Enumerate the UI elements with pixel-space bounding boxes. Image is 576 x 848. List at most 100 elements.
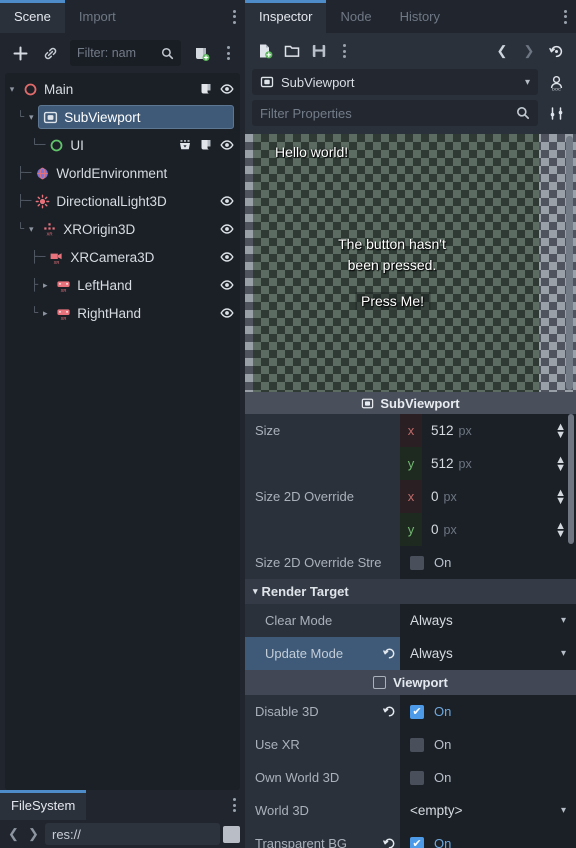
chevron-left-icon[interactable]: ❮ bbox=[489, 38, 515, 64]
link-icon[interactable] bbox=[36, 39, 64, 67]
scene-tree-item-subviewport[interactable]: └ ▾ SubViewport bbox=[5, 103, 240, 131]
chevron-left-icon[interactable]: ❮ bbox=[5, 826, 22, 842]
visibility-eye-icon[interactable] bbox=[220, 306, 234, 320]
property-row-use-xr[interactable]: Use XR On bbox=[245, 728, 576, 761]
property-row-size-y[interactable]: y 512 px ▲ ▼ bbox=[245, 447, 576, 480]
inspector-menu-icon[interactable] bbox=[554, 0, 576, 33]
property-subheader-viewport[interactable]: Viewport bbox=[245, 670, 576, 695]
tab-scene[interactable]: Scene bbox=[0, 0, 65, 33]
property-value[interactable]: On bbox=[400, 761, 576, 794]
object-selector[interactable]: SubViewport ▾ bbox=[252, 69, 538, 95]
visibility-eye-icon[interactable] bbox=[220, 82, 234, 96]
property-value[interactable]: On bbox=[400, 728, 576, 761]
visibility-eye-icon[interactable] bbox=[220, 194, 234, 208]
visibility-eye-icon[interactable] bbox=[220, 278, 234, 292]
visibility-eye-icon[interactable] bbox=[220, 222, 234, 236]
plus-icon[interactable] bbox=[6, 39, 34, 67]
property-value[interactable]: On bbox=[400, 546, 576, 579]
chevron-down-icon[interactable]: ▾ bbox=[561, 648, 576, 659]
filesystem-menu-icon[interactable] bbox=[223, 790, 245, 820]
property-row-transparent-bg[interactable]: Transparent BG ✔ On bbox=[245, 827, 576, 848]
scene-tree-item-directionallight3d[interactable]: ├─ DirectionalLight3D bbox=[5, 187, 240, 215]
property-list-scrollbar[interactable] bbox=[568, 414, 574, 544]
visibility-eye-icon[interactable] bbox=[220, 138, 234, 152]
chevron-down-icon[interactable]: ▾ bbox=[525, 77, 530, 88]
property-value[interactable]: ✔ On bbox=[400, 827, 576, 848]
visibility-eye-icon[interactable] bbox=[220, 250, 234, 264]
inspector-tools-menu-icon[interactable] bbox=[333, 44, 355, 58]
chevron-down-icon[interactable]: ▾ bbox=[561, 805, 576, 816]
hollow-checkbox-icon[interactable] bbox=[373, 676, 387, 689]
checkbox-size2d-stretch[interactable] bbox=[410, 555, 424, 570]
property-value[interactable]: <empty> ▾ bbox=[400, 794, 576, 827]
preview-scrollbar[interactable] bbox=[566, 136, 573, 390]
property-row-size2doverride-x[interactable]: Size 2D Override x 0 px ▲ ▼ bbox=[245, 480, 576, 513]
revert-icon[interactable] bbox=[378, 637, 400, 670]
checkbox-use-xr[interactable] bbox=[410, 737, 424, 752]
property-row-size2doverride-stretch[interactable]: Size 2D Override Stre On bbox=[245, 546, 576, 579]
size2d-x-value[interactable]: 0 bbox=[422, 489, 439, 504]
scene-tree-menu-icon[interactable] bbox=[217, 46, 239, 60]
tab-filesystem[interactable]: FileSystem bbox=[0, 790, 87, 820]
scene-tree-item-lefthand[interactable]: ├ ▸ XR LeftHand bbox=[5, 271, 240, 299]
scene-tree-item-worldenvironment[interactable]: ├─ WorldEnvironment bbox=[5, 159, 240, 187]
property-row-world-3d[interactable]: World 3D <empty> ▾ bbox=[245, 794, 576, 827]
property-row-clear-mode[interactable]: Clear Mode Always ▾ bbox=[245, 604, 576, 637]
property-value[interactable]: x 512 px ▲ ▼ bbox=[400, 414, 576, 447]
property-row-disable-3d[interactable]: Disable 3D ✔ On bbox=[245, 695, 576, 728]
property-row-size-x[interactable]: Size x 512 px ▲ ▼ bbox=[245, 414, 576, 447]
filesystem-path-input[interactable]: res:// bbox=[45, 823, 220, 845]
size2d-y-value[interactable]: 0 bbox=[422, 522, 439, 537]
scene-filter-input[interactable]: Filter: nam bbox=[70, 40, 181, 66]
chevron-down-icon[interactable]: ▾ bbox=[561, 615, 576, 626]
property-value[interactable]: x 0 px ▲ ▼ bbox=[400, 480, 576, 513]
property-row-update-mode[interactable]: Update Mode Always ▾ bbox=[245, 637, 576, 670]
history-icon[interactable] bbox=[543, 38, 569, 64]
property-row-own-world-3d[interactable]: Own World 3D On bbox=[245, 761, 576, 794]
chevron-right-icon[interactable]: ▸ bbox=[38, 280, 52, 291]
chevron-down-icon[interactable]: ▾ bbox=[5, 84, 19, 95]
chevron-right-icon[interactable]: ❯ bbox=[25, 826, 42, 842]
property-row-size2doverride-y[interactable]: y 0 px ▲ ▼ bbox=[245, 513, 576, 546]
new-resource-icon[interactable] bbox=[252, 38, 278, 64]
group-icon[interactable] bbox=[178, 138, 192, 152]
scene-tree[interactable]: ▾ Main └ ▾ SubViewport └─ UI ├─ WorldEnv… bbox=[5, 73, 240, 790]
property-value[interactable]: Always ▾ bbox=[400, 637, 576, 670]
scene-tree-item-xrorigin3d[interactable]: └ ▾ XR XROrigin3D bbox=[5, 215, 240, 243]
tab-import[interactable]: Import bbox=[65, 0, 130, 33]
tools-icon[interactable] bbox=[543, 100, 569, 126]
chevron-right-icon[interactable]: ❯ bbox=[516, 38, 542, 64]
script-create-icon[interactable] bbox=[187, 39, 215, 67]
folder-open-icon[interactable] bbox=[279, 38, 305, 64]
chevron-right-icon[interactable]: ▸ bbox=[38, 308, 52, 319]
filesystem-toggle-icon[interactable] bbox=[223, 825, 240, 843]
property-value[interactable]: Always ▾ bbox=[400, 604, 576, 637]
scene-tree-item-main[interactable]: ▾ Main bbox=[5, 75, 240, 103]
scene-tree-item-righthand[interactable]: └ ▸ XR RightHand bbox=[5, 299, 240, 327]
property-section-render-target[interactable]: ▾ Render Target bbox=[245, 579, 576, 604]
size-y-value[interactable]: 512 bbox=[422, 456, 454, 471]
preview-press-me-button[interactable]: Press Me! bbox=[354, 292, 431, 310]
revert-icon[interactable] bbox=[378, 695, 400, 728]
scene-tree-item-ui[interactable]: └─ UI bbox=[5, 131, 240, 159]
scene-tree-item-xrcamera3d[interactable]: ├─ XR XRCamera3D bbox=[5, 243, 240, 271]
open-docs-icon[interactable]: DOC bbox=[543, 69, 569, 95]
chevron-down-icon[interactable]: ▾ bbox=[253, 586, 258, 597]
save-icon[interactable] bbox=[306, 38, 332, 64]
property-value[interactable]: ✔ On bbox=[400, 695, 576, 728]
checkbox-disable-3d[interactable]: ✔ bbox=[410, 704, 424, 719]
script-icon[interactable] bbox=[199, 138, 213, 152]
filter-properties-input[interactable]: Filter Properties bbox=[252, 100, 538, 126]
checkbox-own-world-3d[interactable] bbox=[410, 770, 424, 785]
chevron-down-icon[interactable]: ▾ bbox=[24, 224, 38, 235]
tab-history[interactable]: History bbox=[386, 0, 454, 33]
size-x-value[interactable]: 512 bbox=[422, 423, 454, 438]
viewport-preview[interactable]: Hello world! The button hasn't been pres… bbox=[245, 134, 576, 392]
tab-node[interactable]: Node bbox=[326, 0, 385, 33]
checkbox-transparent-bg[interactable]: ✔ bbox=[410, 836, 424, 848]
chevron-down-icon[interactable]: ▾ bbox=[24, 112, 38, 123]
script-icon[interactable] bbox=[199, 82, 213, 96]
property-value[interactable]: y 512 px ▲ ▼ bbox=[400, 447, 576, 480]
revert-icon[interactable] bbox=[378, 827, 400, 848]
property-value[interactable]: y 0 px ▲ ▼ bbox=[400, 513, 576, 546]
